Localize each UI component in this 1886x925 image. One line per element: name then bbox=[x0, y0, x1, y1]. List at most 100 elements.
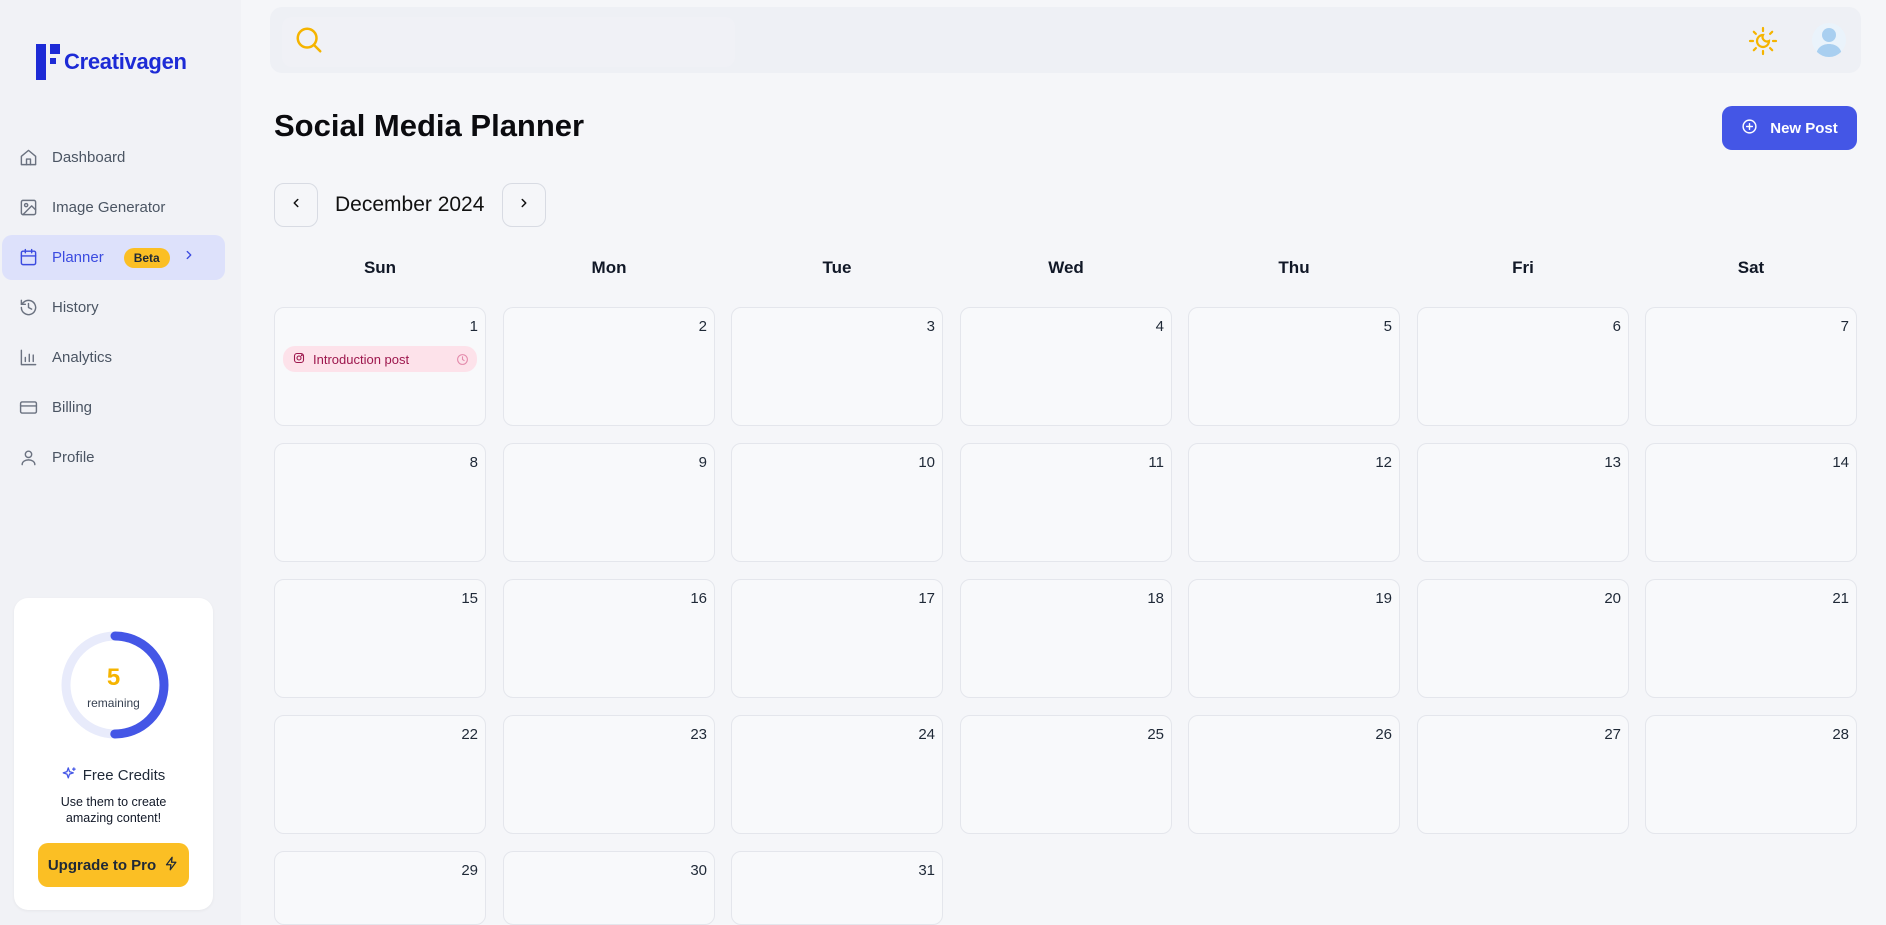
sun-moon-icon[interactable] bbox=[1747, 25, 1779, 57]
chevron-right-icon bbox=[517, 196, 531, 215]
calendar-day[interactable]: 4 bbox=[960, 307, 1172, 426]
sidebar-item-label: Planner bbox=[52, 249, 104, 266]
calendar-day[interactable]: 9 bbox=[503, 443, 715, 562]
calendar-day[interactable]: 19 bbox=[1188, 579, 1400, 698]
day-number: 15 bbox=[461, 590, 478, 607]
day-number: 30 bbox=[690, 862, 707, 879]
calendar-day[interactable]: 3 bbox=[731, 307, 943, 426]
image-icon bbox=[18, 198, 38, 218]
sidebar-item-analytics[interactable]: Analytics bbox=[2, 335, 225, 380]
calendar-day[interactable]: 13 bbox=[1417, 443, 1629, 562]
sidebar-item-billing[interactable]: Billing bbox=[2, 385, 225, 430]
beta-badge: Beta bbox=[123, 247, 170, 268]
prev-month-button[interactable] bbox=[274, 183, 318, 227]
sidebar-item-history[interactable]: History bbox=[2, 285, 225, 330]
top-bar bbox=[270, 7, 1861, 73]
day-number: 17 bbox=[918, 590, 935, 607]
credits-title: Free Credits bbox=[14, 766, 213, 785]
day-number: 21 bbox=[1832, 590, 1849, 607]
calendar-day[interactable]: 17 bbox=[731, 579, 943, 698]
day-number: 26 bbox=[1375, 726, 1392, 743]
day-number: 24 bbox=[918, 726, 935, 743]
sidebar-item-image-generator[interactable]: Image Generator bbox=[2, 185, 225, 230]
calendar-day[interactable]: 22 bbox=[274, 715, 486, 834]
sidebar: Creativagen Dashboard Image Generator Pl… bbox=[0, 0, 241, 925]
credits-remaining-count: 5 bbox=[106, 664, 121, 691]
logo-mark-icon bbox=[36, 44, 64, 80]
month-label: December 2024 bbox=[335, 193, 485, 216]
calendar-day[interactable]: 25 bbox=[960, 715, 1172, 834]
bar-chart-icon bbox=[18, 348, 38, 368]
new-post-label: New Post bbox=[1770, 119, 1838, 137]
plus-circle-icon bbox=[1741, 118, 1758, 139]
user-icon bbox=[18, 448, 38, 468]
day-number: 20 bbox=[1604, 590, 1621, 607]
calendar-day[interactable]: 21 bbox=[1645, 579, 1857, 698]
day-number: 4 bbox=[1155, 318, 1164, 335]
sidebar-item-planner[interactable]: Planner Beta bbox=[2, 235, 225, 280]
sidebar-item-profile[interactable]: Profile bbox=[2, 435, 225, 480]
calendar-day[interactable]: 18 bbox=[960, 579, 1172, 698]
calendar-day[interactable]: 30 bbox=[503, 851, 715, 925]
calendar-day[interactable]: 28 bbox=[1645, 715, 1857, 834]
day-number: 25 bbox=[1147, 726, 1164, 743]
history-icon bbox=[18, 298, 38, 318]
sparkles-icon bbox=[62, 766, 77, 785]
day-number: 12 bbox=[1375, 454, 1392, 471]
search-icon bbox=[294, 25, 324, 60]
day-number: 23 bbox=[690, 726, 707, 743]
calendar-day[interactable]: 15 bbox=[274, 579, 486, 698]
search-input[interactable] bbox=[334, 33, 714, 51]
weekday-header: Tue bbox=[822, 258, 852, 277]
calendar-day[interactable]: 20 bbox=[1417, 579, 1629, 698]
calendar-day[interactable]: 8 bbox=[274, 443, 486, 562]
calendar-day[interactable]: 11 bbox=[960, 443, 1172, 562]
scheduled-post-label: Introduction post bbox=[313, 351, 410, 367]
calendar-day[interactable]: 29 bbox=[274, 851, 486, 925]
day-number: 31 bbox=[918, 862, 935, 879]
chevron-left-icon bbox=[289, 196, 303, 215]
calendar-day[interactable]: 1 Introduction post bbox=[274, 307, 486, 426]
day-number: 1 bbox=[469, 318, 478, 335]
weekday-header: Fri bbox=[1512, 258, 1534, 277]
next-month-button[interactable] bbox=[502, 183, 546, 227]
calendar-day[interactable]: 14 bbox=[1645, 443, 1857, 562]
calendar-day[interactable]: 26 bbox=[1188, 715, 1400, 834]
new-post-button[interactable]: New Post bbox=[1722, 106, 1857, 150]
day-number: 8 bbox=[469, 454, 478, 471]
day-number: 14 bbox=[1832, 454, 1849, 471]
credits-title-text: Free Credits bbox=[82, 767, 166, 784]
calendar-day[interactable]: 2 bbox=[503, 307, 715, 426]
calendar-day[interactable]: 27 bbox=[1417, 715, 1629, 834]
calendar-day[interactable]: 7 bbox=[1645, 307, 1857, 426]
calendar-day[interactable]: 24 bbox=[731, 715, 943, 834]
credits-description: Use them to create amazing content! bbox=[60, 795, 167, 825]
calendar-day[interactable]: 16 bbox=[503, 579, 715, 698]
calendar-day[interactable]: 5 bbox=[1188, 307, 1400, 426]
upgrade-button[interactable]: Upgrade to Pro bbox=[38, 843, 189, 887]
day-number: 7 bbox=[1840, 318, 1849, 335]
chevron-right-icon bbox=[182, 248, 196, 267]
calendar-day[interactable]: 31 bbox=[731, 851, 943, 925]
sidebar-item-dashboard[interactable]: Dashboard bbox=[2, 135, 225, 180]
search-box[interactable] bbox=[282, 17, 735, 67]
sidebar-item-label: History bbox=[52, 299, 99, 316]
month-navigation: December 2024 bbox=[274, 183, 546, 227]
scheduled-post[interactable]: Introduction post bbox=[283, 346, 477, 372]
calendar-day[interactable]: 10 bbox=[731, 443, 943, 562]
day-number: 27 bbox=[1604, 726, 1621, 743]
clock-icon bbox=[456, 353, 469, 366]
brand-logo[interactable]: Creativagen bbox=[36, 44, 187, 80]
day-number: 28 bbox=[1832, 726, 1849, 743]
calendar-day[interactable]: 23 bbox=[503, 715, 715, 834]
calendar-day[interactable]: 6 bbox=[1417, 307, 1629, 426]
calendar-day[interactable]: 12 bbox=[1188, 443, 1400, 562]
day-number: 6 bbox=[1612, 318, 1621, 335]
home-icon bbox=[18, 148, 38, 168]
calendar-icon bbox=[18, 248, 38, 268]
user-avatar-icon[interactable] bbox=[1812, 23, 1846, 57]
page-title: Social Media Planner bbox=[274, 108, 585, 143]
day-number: 9 bbox=[698, 454, 707, 471]
weekday-header: Thu bbox=[1278, 258, 1310, 277]
day-number: 11 bbox=[1148, 454, 1164, 471]
